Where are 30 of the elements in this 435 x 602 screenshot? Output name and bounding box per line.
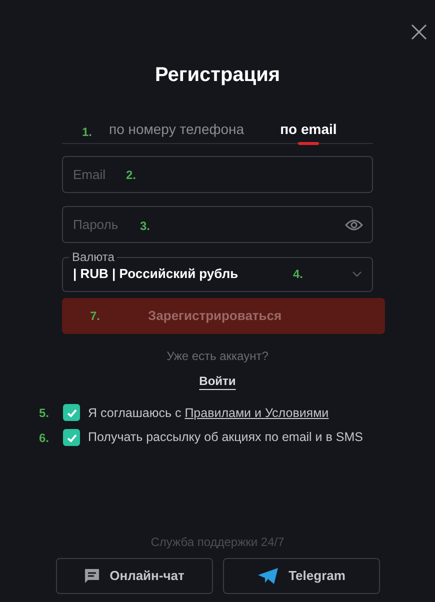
annotation-number: 4. bbox=[293, 266, 304, 283]
account-prompt: Уже есть аккаунт? bbox=[166, 348, 268, 364]
currency-label: Валюта bbox=[71, 250, 116, 264]
chevron-down-icon bbox=[352, 270, 362, 277]
annotation-number: 3. bbox=[140, 218, 150, 235]
telegram-button[interactable]: Telegram bbox=[222, 558, 380, 594]
eye-icon[interactable] bbox=[345, 219, 363, 231]
chat-button[interactable]: Онлайн-чат bbox=[56, 558, 212, 594]
close-button[interactable] bbox=[409, 22, 429, 42]
annotation-number: 6. bbox=[39, 430, 50, 447]
currency-value: | RUB | Российский рубль bbox=[73, 265, 240, 283]
support-caption: Служба поддержки 24/7 bbox=[150, 534, 284, 551]
chat-icon bbox=[84, 568, 100, 584]
checkbox[interactable] bbox=[63, 429, 80, 446]
annotation-number: 1. bbox=[82, 124, 92, 141]
annotation-number: 5. bbox=[39, 404, 50, 422]
checkbox-label: Получать рассылку об акциях по email и в SMS bbox=[88, 429, 363, 446]
check-icon bbox=[66, 432, 78, 444]
terms-link[interactable]: Правилами и Условиями bbox=[184, 406, 329, 420]
check-icon bbox=[66, 406, 78, 419]
tab[interactable]: по email bbox=[280, 116, 337, 144]
checkbox[interactable] bbox=[63, 404, 80, 422]
login-link[interactable]: Войти bbox=[199, 372, 236, 390]
tab[interactable]: по номеру телефона bbox=[109, 116, 244, 144]
dialog-title: Регистрация bbox=[154, 63, 280, 88]
paper-plane-icon bbox=[256, 567, 279, 585]
annotation-number: 2. bbox=[126, 167, 136, 184]
annotation-number: 7. bbox=[90, 308, 100, 324]
currency-select[interactable]: Валюта | RUB | Российский рубль 4. bbox=[62, 250, 373, 292]
checkbox-label: Я соглашаюсь с Правилами и Условиями bbox=[88, 404, 329, 422]
